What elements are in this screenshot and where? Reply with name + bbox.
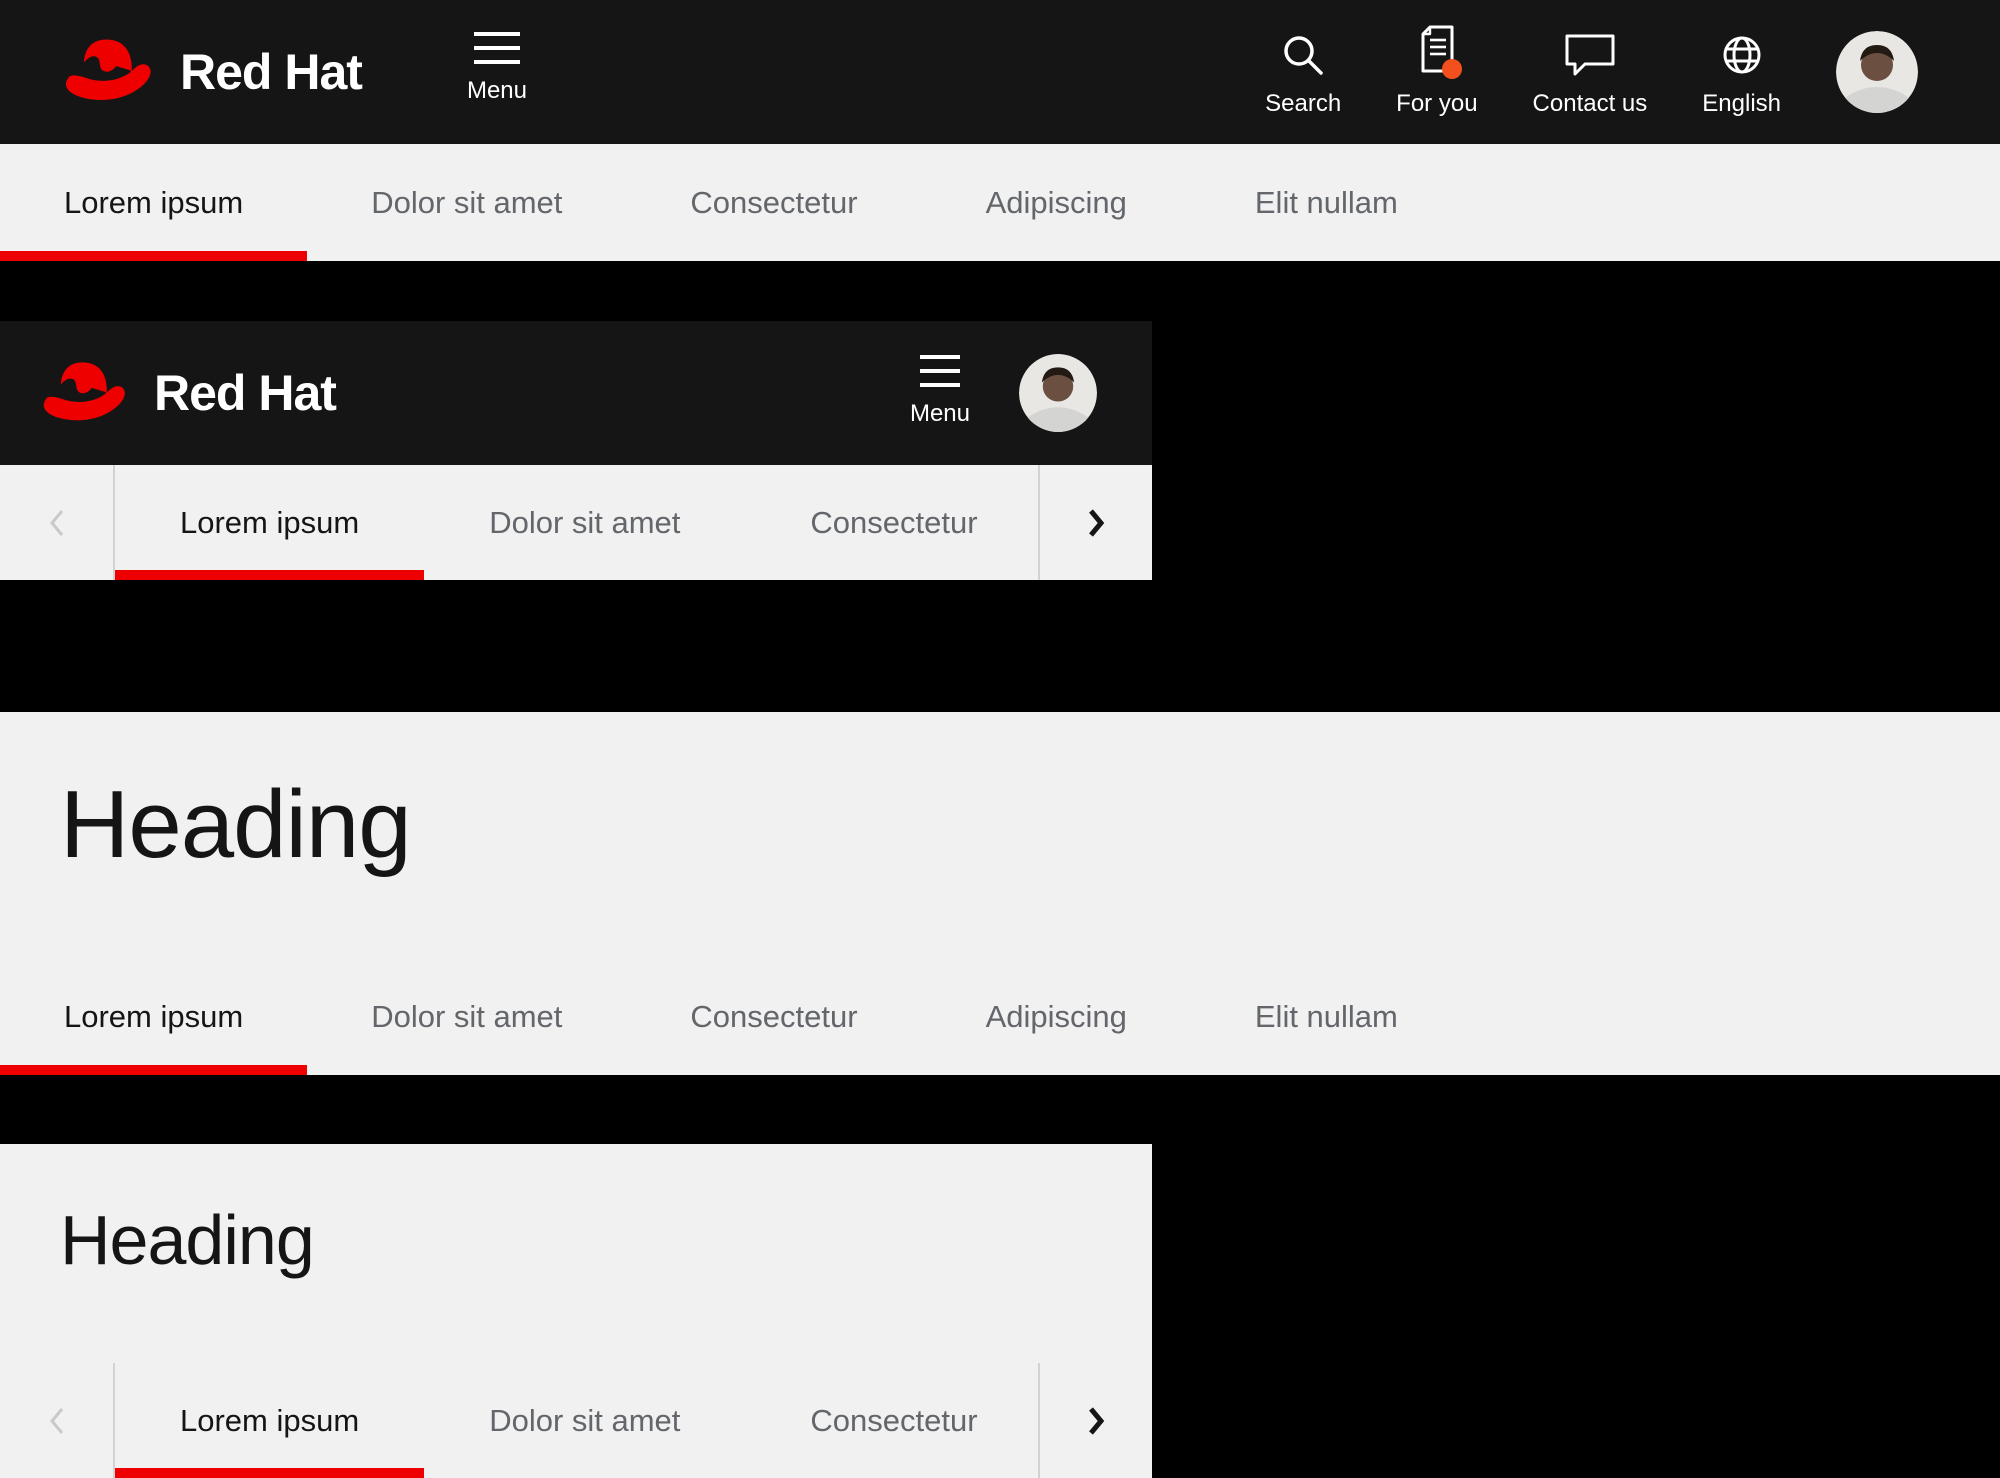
tab-label: Consectetur [810, 504, 978, 540]
tab-lorem-ipsum[interactable]: Lorem ipsum [0, 144, 308, 261]
tab-label: Dolor sit amet [371, 184, 563, 220]
tab-adipiscing[interactable]: Adipiscing [922, 958, 1191, 1075]
tab-label: Adipiscing [985, 184, 1127, 220]
chevron-left-icon [49, 509, 63, 536]
tab-consectetur[interactable]: Consectetur [745, 1363, 1038, 1478]
notification-dot [1441, 58, 1462, 79]
hamburger-icon [474, 32, 520, 64]
red-hat-fedora-icon [65, 39, 151, 100]
page-heading: Heading [60, 1201, 315, 1279]
tab-elit-nullam[interactable]: Elit nullam [1191, 958, 1462, 1075]
scroll-right-button[interactable] [1038, 1363, 1152, 1478]
tab-dolor-sit-amet[interactable]: Dolor sit amet [307, 958, 626, 1075]
tab-adipiscing[interactable]: Adipiscing [922, 144, 1191, 261]
chevron-right-icon [1089, 1406, 1105, 1435]
design-spec-canvas: Red Hat Menu Search For you Contact us E… [0, 0, 2000, 1478]
hamburger-icon [920, 355, 960, 387]
red-hat-logo-text: Red Hat [154, 365, 337, 421]
tab-label: Dolor sit amet [489, 1402, 681, 1438]
for-you-label: For you [1396, 89, 1478, 117]
scroll-right-button[interactable] [1038, 465, 1152, 580]
document-icon [1408, 25, 1466, 79]
page-heading: Heading [60, 771, 412, 878]
tab-dolor-sit-amet[interactable]: Dolor sit amet [424, 465, 745, 580]
contact-us-button[interactable]: Contact us [1532, 27, 1648, 118]
chevron-left-icon [49, 1407, 63, 1434]
mobile-tabs-viewport: Lorem ipsum Dolor sit amet Consectetur [115, 1363, 1038, 1478]
tab-label: Lorem ipsum [64, 184, 244, 220]
tab-lorem-ipsum[interactable]: Lorem ipsum [115, 465, 425, 580]
desktop-tab-bar: Lorem ipsum Dolor sit amet Consectetur A… [0, 144, 2000, 261]
for-you-button[interactable]: For you [1396, 25, 1478, 118]
tab-elit-nullam[interactable]: Elit nullam [1191, 144, 1462, 261]
chevron-right-icon [1089, 508, 1105, 537]
menu-button-label: Menu [909, 400, 971, 427]
scroll-left-button[interactable] [0, 465, 115, 580]
contact-us-label: Contact us [1532, 89, 1648, 117]
search-label: Search [1265, 89, 1342, 117]
tab-dolor-sit-amet[interactable]: Dolor sit amet [307, 144, 626, 261]
menu-button-label: Menu [466, 77, 528, 104]
chat-bubble-icon [1562, 27, 1618, 79]
scroll-left-button[interactable] [0, 1363, 115, 1478]
mobile-tab-bar: Lorem ipsum Dolor sit amet Consectetur [0, 1363, 1152, 1478]
mobile-masthead: Red Hat Menu [0, 321, 1152, 465]
tab-label: Dolor sit amet [371, 998, 563, 1034]
red-hat-logo-text: Red Hat [180, 44, 363, 100]
search-button[interactable]: Search [1265, 27, 1341, 118]
red-hat-logo[interactable]: Red Hat [38, 355, 337, 432]
tab-lorem-ipsum[interactable]: Lorem ipsum [0, 958, 308, 1075]
tab-label: Lorem ipsum [64, 998, 244, 1034]
tab-label: Elit nullam [1254, 184, 1398, 220]
language-button[interactable]: English [1702, 27, 1781, 118]
tab-label: Lorem ipsum [180, 1402, 360, 1438]
tab-label: Elit nullam [1254, 998, 1398, 1034]
tab-label: Adipiscing [985, 998, 1127, 1034]
tab-label: Lorem ipsum [180, 504, 360, 540]
mobile-tabs-viewport: Lorem ipsum Dolor sit amet Consectetur [115, 465, 1038, 580]
mobile-tab-bar: Lorem ipsum Dolor sit amet Consectetur [0, 465, 1152, 580]
masthead-utilities: Search For you Contact us English [1265, 0, 1918, 144]
tab-label: Consectetur [690, 184, 858, 220]
tab-dolor-sit-amet[interactable]: Dolor sit amet [424, 1363, 745, 1478]
desktop-masthead: Red Hat Menu Search For you Contact us E… [0, 0, 2000, 144]
globe-icon [1718, 27, 1766, 79]
red-hat-fedora-icon [43, 361, 125, 420]
desktop-content-panel: Heading Lorem ipsum Dolor sit amet Conse… [0, 712, 2000, 1075]
language-label: English [1702, 89, 1781, 117]
red-hat-logo[interactable]: Red Hat [60, 32, 363, 112]
search-icon [1279, 27, 1327, 79]
menu-button[interactable]: Menu [447, 32, 547, 105]
tab-consectetur[interactable]: Consectetur [745, 465, 1038, 580]
tab-consectetur[interactable]: Consectetur [626, 144, 921, 261]
user-avatar[interactable] [1019, 354, 1097, 432]
user-avatar[interactable] [1836, 31, 1918, 113]
tab-consectetur[interactable]: Consectetur [626, 958, 921, 1075]
tab-lorem-ipsum[interactable]: Lorem ipsum [115, 1363, 425, 1478]
menu-button[interactable]: Menu [885, 355, 995, 428]
tab-label: Consectetur [810, 1402, 978, 1438]
tab-label: Dolor sit amet [489, 504, 681, 540]
mobile-content-panel: Heading Lorem ipsum Dolor sit amet Conse… [0, 1144, 1152, 1478]
tab-label: Consectetur [690, 998, 858, 1034]
desktop-tab-bar: Lorem ipsum Dolor sit amet Consectetur A… [0, 958, 2000, 1075]
